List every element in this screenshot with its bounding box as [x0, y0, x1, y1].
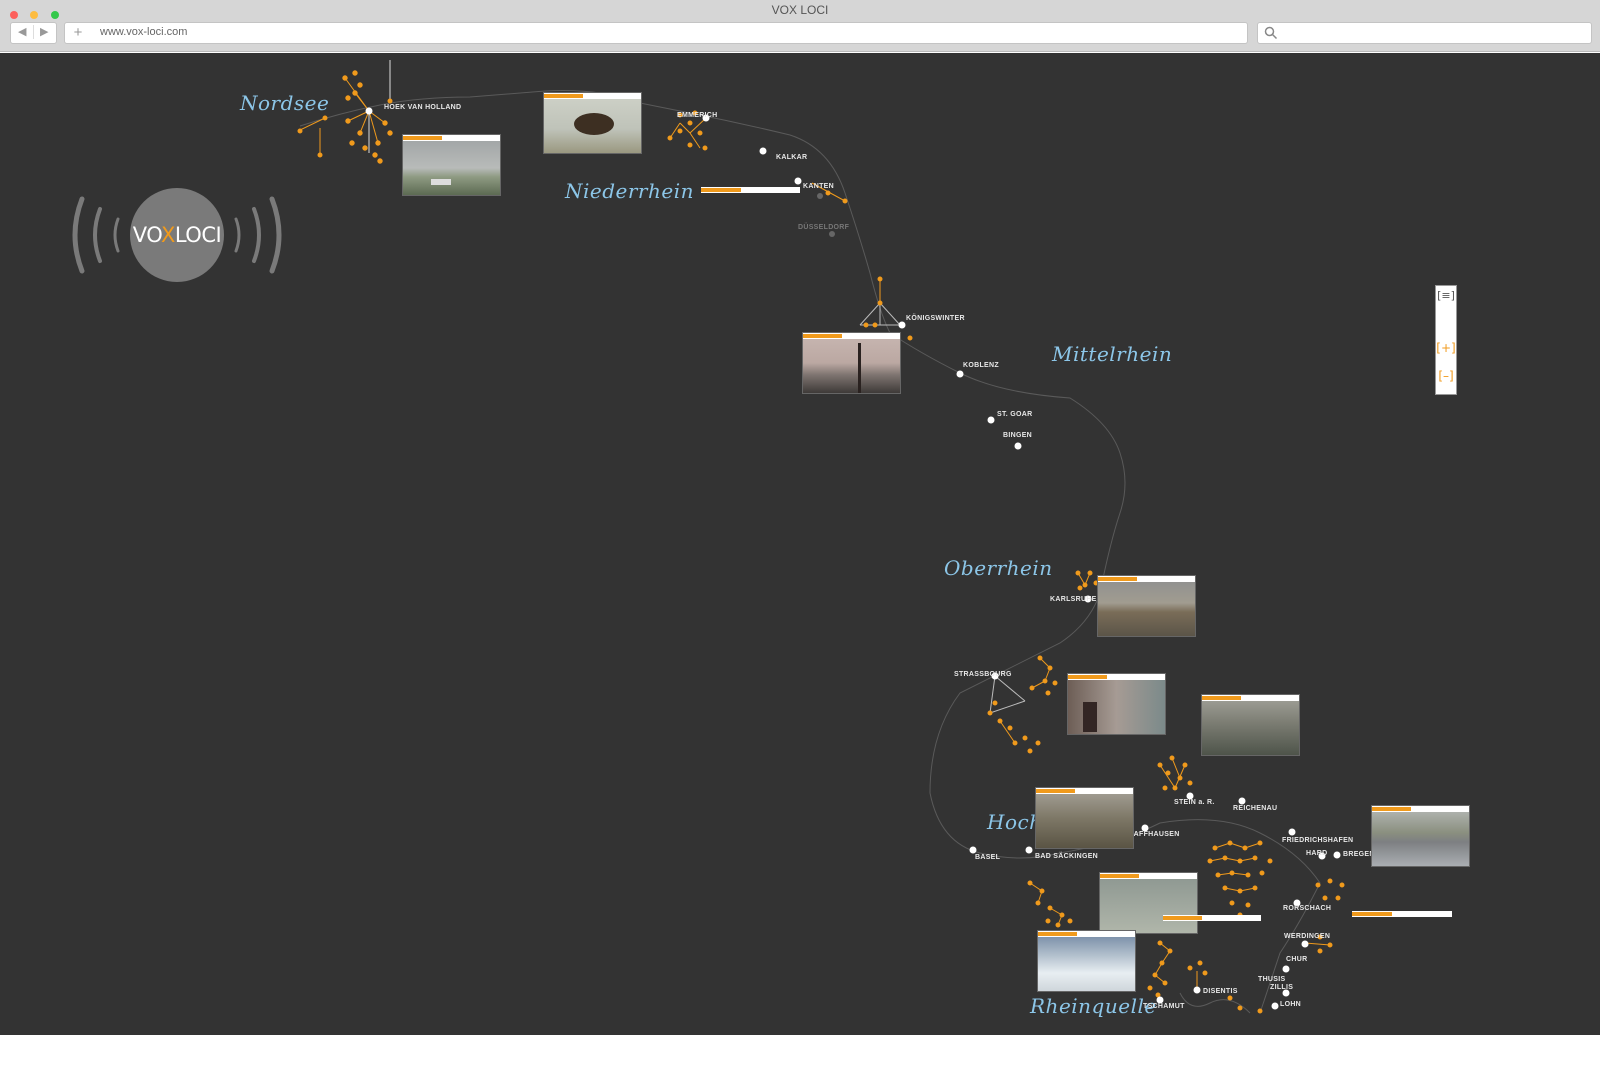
logo-text: VOXLOCI	[132, 223, 222, 247]
address-bar[interactable]: www.vox-loci.com	[91, 22, 1248, 44]
region-label-rheinquelle[interactable]: Rheinquelle	[1030, 994, 1157, 1018]
city-label[interactable]: ST. GOAR	[997, 411, 1032, 418]
city-label[interactable]: KALKAR	[776, 154, 807, 161]
zoom-out-button[interactable]: [–]	[1436, 369, 1456, 383]
city-label[interactable]: STEIN a. R.	[1174, 799, 1215, 806]
media-tag[interactable]	[1352, 911, 1452, 917]
city-label[interactable]: RORSCHACH	[1283, 905, 1331, 912]
vox-loci-logo[interactable]: VOXLOCI	[72, 187, 282, 283]
video-thumbnail[interactable]	[1097, 575, 1196, 637]
zoom-fit-button[interactable]: [≡]	[1436, 289, 1456, 302]
region-label-oberrhein[interactable]: Oberrhein	[944, 556, 1053, 580]
video-thumbnail[interactable]	[1037, 930, 1136, 992]
region-label-nordsee[interactable]: Nordsee	[240, 91, 329, 115]
city-label[interactable]: DISENTIS	[1203, 988, 1238, 995]
nav-buttons: ◀ ▶	[10, 22, 57, 44]
city-label[interactable]: WERDINGEN	[1284, 933, 1330, 940]
basel-cluster	[1027, 880, 1073, 928]
city-label[interactable]: ZILLIS	[1270, 984, 1293, 991]
media-tag[interactable]	[1163, 915, 1261, 921]
url-text: www.vox-loci.com	[100, 26, 188, 38]
city-label[interactable]: BAD SÄCKINGEN	[1035, 853, 1098, 860]
city-label[interactable]: HOEK VAN HOLLAND	[384, 104, 461, 111]
stein-cluster	[1157, 755, 1193, 791]
video-thumbnail[interactable]	[1371, 805, 1470, 867]
video-thumbnail[interactable]	[1067, 673, 1166, 735]
city-label[interactable]: KOBLENZ	[963, 362, 999, 369]
video-thumbnail[interactable]	[402, 134, 501, 196]
koenigswinter-cluster	[859, 276, 913, 341]
zoom-in-button[interactable]: [+]	[1436, 341, 1456, 355]
city-label[interactable]: KANTEN	[803, 183, 834, 190]
city-label[interactable]: KÖNIGSWINTER	[906, 315, 965, 322]
city-label[interactable]: REICHENAU	[1233, 805, 1277, 812]
city-label[interactable]: HARD	[1306, 850, 1327, 857]
video-thumbnail[interactable]	[1099, 872, 1198, 934]
zoom-control: [≡] [+] [–]	[1435, 285, 1457, 395]
video-thumbnail[interactable]	[543, 92, 642, 154]
search-icon	[1264, 26, 1278, 40]
map-viewport[interactable]: VOXLOCI Nordsee Niederrhein Mittelrhein …	[0, 53, 1600, 1035]
city-label[interactable]: KARLSRUHE	[1050, 596, 1097, 603]
city-label[interactable]: FRIEDRICHSHAFEN	[1282, 837, 1353, 844]
city-label[interactable]: LOHN	[1280, 1001, 1301, 1008]
city-label[interactable]: BASEL	[975, 854, 1000, 861]
city-label[interactable]: BINGEN	[1003, 432, 1032, 439]
city-label[interactable]: THUSIS	[1258, 976, 1285, 983]
city-label[interactable]: DÜSSELDORF	[798, 224, 849, 231]
video-thumbnail[interactable]	[802, 332, 901, 394]
new-tab-button[interactable]: +	[64, 22, 92, 44]
city-label[interactable]: TSCHAMUT	[1143, 1003, 1185, 1010]
city-label[interactable]: CHUR	[1286, 956, 1307, 963]
back-icon[interactable]: ◀	[18, 25, 26, 38]
city-label[interactable]: EMMERICH	[677, 112, 718, 119]
search-field[interactable]	[1257, 22, 1592, 44]
forward-icon[interactable]: ▶	[40, 25, 48, 38]
media-tag[interactable]	[701, 187, 800, 193]
city-label[interactable]: STRASSBOURG	[954, 671, 1012, 678]
video-thumbnail[interactable]	[1201, 694, 1300, 756]
browser-titlebar: VOX LOCI ◀ ▶ + www.vox-loci.com	[0, 0, 1600, 52]
video-thumbnail[interactable]	[1035, 787, 1134, 849]
window-title: VOX LOCI	[771, 3, 829, 17]
region-label-niederrhein[interactable]: Niederrhein	[565, 179, 694, 203]
region-label-mittelrhein[interactable]: Mittelrhein	[1052, 342, 1172, 366]
karlsruhe-cluster	[1075, 570, 1099, 591]
